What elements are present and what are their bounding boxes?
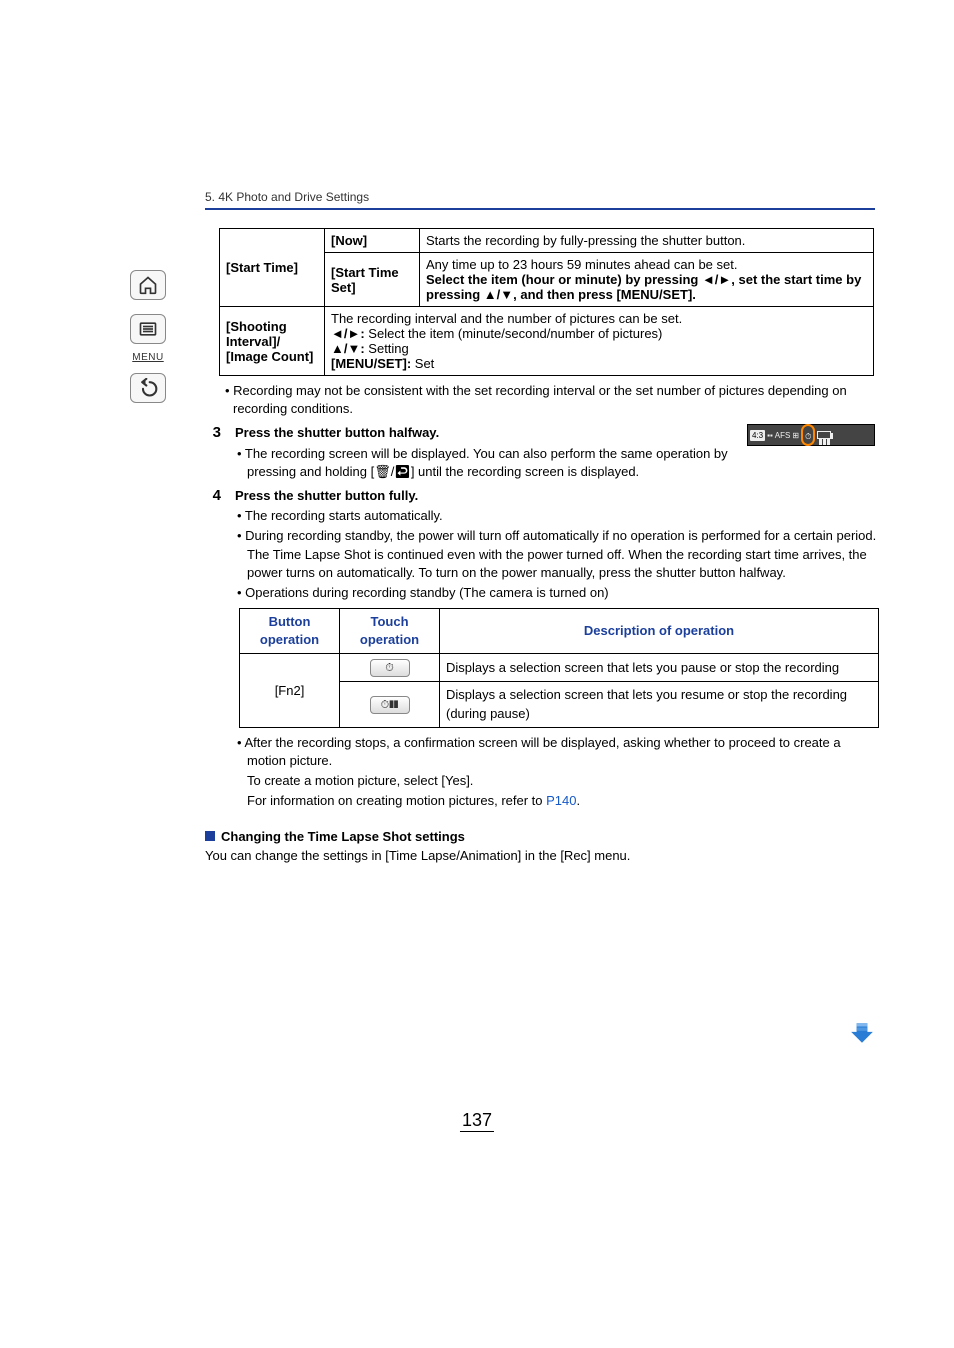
ops-touch2-cell: ⏱❚❚ (340, 682, 440, 727)
section-heading: 5. 4K Photo and Drive Settings (205, 190, 875, 204)
interval-desc-cell: The recording interval and the number of… (325, 307, 874, 376)
step-4-body: Press the shutter button fully. • The re… (235, 487, 879, 811)
interval-l4b: Set (411, 356, 434, 371)
step-3: 3 Press the shutter button halfway. • Th… (205, 424, 875, 481)
list-icon (138, 319, 158, 339)
link-p140[interactable]: P140 (546, 793, 576, 808)
back-arrow-icon (138, 378, 158, 398)
settings-table: [Start Time] [Now] Starts the recording … (219, 228, 874, 376)
step-3-num: 3 (205, 424, 221, 481)
after-ops-3a: For information on creating motion pictu… (247, 793, 546, 808)
step-4-sub2: • During recording standby, the power wi… (235, 527, 879, 582)
note-after-table: • Recording may not be consistent with t… (225, 382, 875, 418)
sub-text: You can change the settings in [Time Lap… (205, 848, 875, 863)
ops-h2: Touch operation (340, 609, 440, 654)
ops-desc1: Displays a selection screen that lets yo… (440, 654, 879, 682)
home-icon (138, 275, 158, 295)
battery-icon (817, 431, 831, 439)
interval-label2: [Image Count] (226, 349, 313, 364)
touch-timelapse-icon[interactable]: ⏱ (370, 659, 410, 677)
start-time-cell: [Start Time] (220, 229, 325, 307)
step-3-title: Press the shutter button halfway. (235, 425, 439, 440)
after-ops-3: For information on creating motion pictu… (235, 792, 879, 810)
sts-line2a: Select the item (hour or minute) by pres… (426, 272, 702, 287)
interval-l3b: Setting (365, 341, 409, 356)
interval-l2b: Select the item (minute/second/number of… (365, 326, 663, 341)
ops-desc2: Displays a selection screen that lets yo… (440, 682, 879, 727)
interval-label-cell: [Shooting Interval]/ [Image Count] (220, 307, 325, 376)
side-nav: MENU (130, 270, 166, 403)
nav-home-button[interactable] (130, 270, 166, 300)
touch-timelapse-pause-icon[interactable]: ⏱❚❚ (370, 696, 410, 714)
step-4-sub3: • Operations during recording standby (T… (235, 584, 879, 602)
cam-timelapse-highlight: ⏱ (801, 424, 815, 446)
interval-l4a: [MENU/SET]: (331, 356, 411, 371)
cam-size-icon: ▪▪ (767, 431, 773, 440)
interval-l3a: ▲/▼: (331, 341, 365, 356)
cam-meter-icon: ⊞ (792, 431, 799, 440)
page-number: 137 (460, 1110, 494, 1132)
sts-line1: Any time up to 23 hours 59 minutes ahead… (426, 257, 737, 272)
cam-af: AFS (775, 431, 791, 440)
nav-menu-label[interactable]: MENU (132, 352, 163, 363)
after-ops-3c: . (577, 793, 581, 808)
now-desc-cell: Starts the recording by fully-pressing t… (420, 229, 874, 253)
page-content: 5. 4K Photo and Drive Settings [Start Ti… (205, 190, 875, 863)
interval-l2a: ◄/►: (331, 326, 365, 341)
start-time-set-desc: Any time up to 23 hours 59 minutes ahead… (420, 253, 874, 307)
start-time-set-label: [Start Time Set] (325, 253, 420, 307)
heading-rule (205, 208, 875, 210)
interval-label1: [Shooting Interval]/ (226, 319, 287, 349)
step-4-title: Press the shutter button fully. (235, 488, 418, 503)
step-4-num: 4 (205, 487, 221, 811)
ops-touch1-cell: ⏱ (340, 654, 440, 682)
continue-arrow-icon (849, 1020, 875, 1053)
ops-h1: Button operation (240, 609, 340, 654)
ops-h3: Description of operation (440, 609, 879, 654)
nav-back-button[interactable] (130, 373, 166, 403)
after-ops-1: • After the recording stops, a confirmat… (235, 734, 879, 770)
interval-l1: The recording interval and the number of… (331, 311, 682, 326)
step-4-sub1: • The recording starts automatically. (235, 507, 879, 525)
camera-status-display: 4:3 ▪▪ AFS ⊞ ⏱ (747, 424, 875, 446)
ops-btn-cell: [Fn2] (240, 654, 340, 727)
step-4: 4 Press the shutter button fully. • The … (205, 487, 875, 811)
step-3-sub: • The recording screen will be displayed… (235, 445, 735, 481)
after-ops-2: To create a motion picture, select [Yes]… (235, 772, 879, 790)
cam-ratio: 4:3 (750, 430, 765, 441)
operations-table: Button operation Touch operation Descrip… (239, 608, 879, 728)
nav-toc-button[interactable] (130, 314, 166, 344)
now-label-cell: [Now] (325, 229, 420, 253)
subheading-change-settings: Changing the Time Lapse Shot settings (205, 829, 875, 844)
timelapse-icon: ⏱ (805, 432, 811, 441)
